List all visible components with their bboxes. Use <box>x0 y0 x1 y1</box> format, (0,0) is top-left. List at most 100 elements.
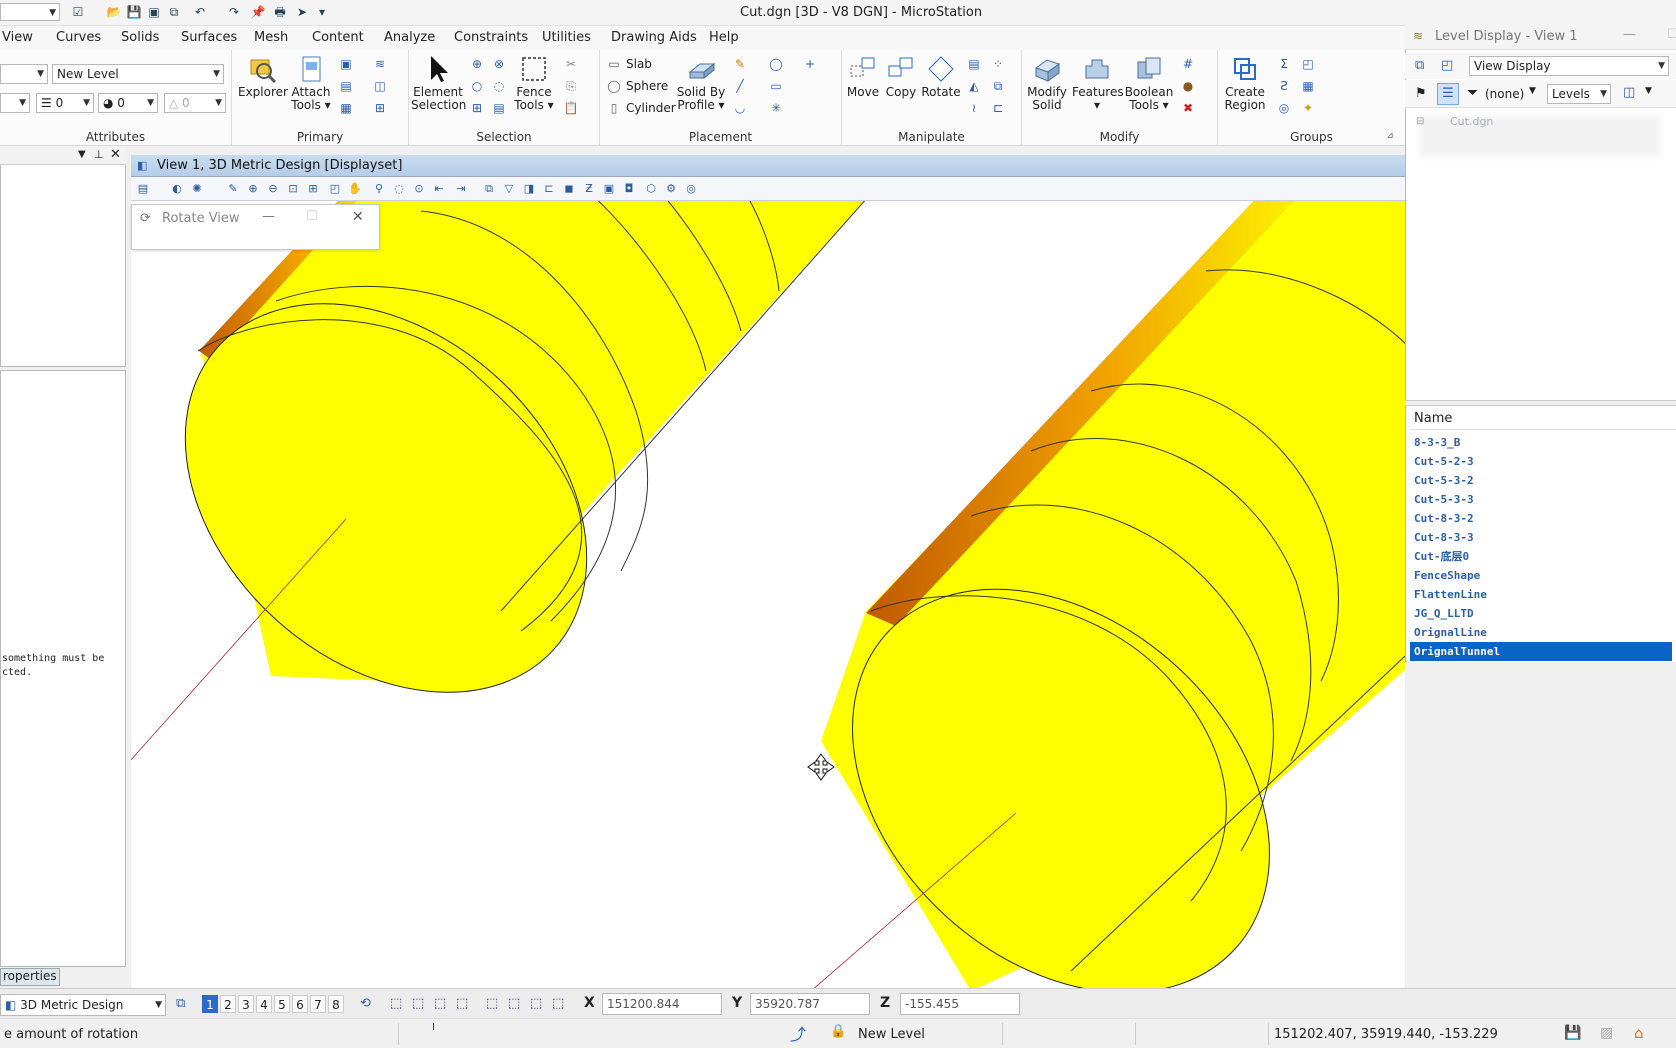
panel-splitter[interactable] <box>1405 400 1676 406</box>
copy-button[interactable]: Copy <box>882 54 920 99</box>
redo-icon[interactable]: ↷ <box>226 4 242 20</box>
iso-view-icon[interactable]: ⬚ <box>456 996 468 1011</box>
zoom-out-icon[interactable]: ⊖ <box>265 181 281 197</box>
pan-view-icon[interactable]: ✋ <box>347 181 363 197</box>
sphere-button[interactable]: Sphere <box>626 79 668 93</box>
x-coordinate-field[interactable]: 151200.844 <box>602 993 722 1015</box>
place-line-icon[interactable]: ╱ <box>732 78 748 94</box>
minimize-icon[interactable]: — <box>262 209 275 224</box>
clip-back-icon[interactable]: ◼ <box>561 181 577 197</box>
levels-icon[interactable]: ≋ <box>372 56 388 72</box>
cell-icon[interactable]: ◎ <box>1276 100 1292 116</box>
back-view-icon[interactable]: ⬚ <box>508 996 520 1011</box>
color-combo[interactable]: ▼ <box>0 93 30 113</box>
copy-clip-icon[interactable]: ⎘ <box>563 78 579 94</box>
lock-icon[interactable]: ⊗ <box>491 56 507 72</box>
tip-icon[interactable]: ✦ <box>1300 100 1316 116</box>
lighting-icon[interactable]: ✺ <box>189 181 205 197</box>
level-list-item[interactable]: OrignalTunnel <box>1410 642 1672 661</box>
rotate-button[interactable]: Rotate <box>920 54 962 99</box>
tab-properties[interactable]: roperties <box>0 968 60 986</box>
level-list-item[interactable]: FenceShape <box>1414 566 1676 585</box>
level-list-item[interactable]: JG_Q_LLTD <box>1414 604 1676 623</box>
view-select-icon[interactable]: ◰ <box>1441 58 1453 73</box>
array-icon[interactable]: ≀ <box>966 100 982 116</box>
bottom-view-icon[interactable]: ⬚ <box>486 996 498 1011</box>
tab-solids[interactable]: Solids <box>121 30 159 45</box>
options-icon[interactable]: ◫ <box>1623 85 1635 100</box>
filter-value[interactable]: (none) <box>1485 87 1524 101</box>
place-circle-icon[interactable]: ◯ <box>768 56 784 72</box>
display-style-icon[interactable]: ◐ <box>169 181 185 197</box>
place-point-icon[interactable]: ✳ <box>768 100 784 116</box>
trim-icon[interactable]: # <box>1180 56 1196 72</box>
level-list-item[interactable]: Cut-5-2-3 <box>1414 452 1676 471</box>
mirror-icon[interactable]: ◭ <box>966 78 982 94</box>
fit-view-icon[interactable]: ⊞ <box>305 181 321 197</box>
workflow-combo[interactable]: ▼ <box>0 3 60 21</box>
tab-analyze[interactable]: Analyze <box>384 30 435 45</box>
features-button[interactable]: Features ▾ <box>1072 54 1124 112</box>
pin-panel-icon[interactable]: ⊥ <box>94 148 104 161</box>
paste-icon[interactable]: 📋 <box>563 100 579 116</box>
view-6-button[interactable]: 6 <box>292 995 308 1013</box>
view-canvas[interactable] <box>131 201 1405 988</box>
active-level-status[interactable]: New Level <box>858 1027 925 1042</box>
cut-icon[interactable]: ✂ <box>563 56 579 72</box>
type-combo[interactable]: Levels ▼ <box>1547 84 1611 104</box>
clip-mask-icon[interactable]: ◨ <box>521 181 537 197</box>
level-list-item[interactable]: Cut-8-3-2 <box>1414 509 1676 528</box>
left-view-icon[interactable]: ⬚ <box>530 996 542 1011</box>
active-level-combo[interactable]: New Level ▼ <box>52 64 224 84</box>
transparency-combo[interactable]: ◕ 0 ▼ <box>98 93 158 113</box>
y-coordinate-field[interactable]: 35920.787 <box>750 993 870 1015</box>
update-view-icon[interactable]: ✎ <box>225 181 241 197</box>
maximize-icon[interactable]: ☐ <box>1667 27 1676 42</box>
save-as-icon[interactable]: ▣ <box>146 4 162 20</box>
view-attributes-icon[interactable]: ▤ <box>135 181 151 197</box>
view-next-icon[interactable]: ⇥ <box>453 181 469 197</box>
raster-icon[interactable]: ▦ <box>338 100 354 116</box>
solid-by-profile-button[interactable]: Solid By Profile ▾ <box>676 54 726 112</box>
expand-icon[interactable]: ⊟ <box>1416 116 1424 127</box>
tab-curves[interactable]: Curves <box>56 30 101 45</box>
delete-icon[interactable]: ✖ <box>1180 100 1196 116</box>
model-combo[interactable]: ◧ 3D Metric Design ▼ <box>0 994 166 1016</box>
fly-icon[interactable]: ◌ <box>391 181 407 197</box>
chevron-down-icon[interactable]: ▼ <box>1529 86 1536 96</box>
select-none-icon[interactable]: ○ <box>469 78 485 94</box>
panel-menu-icon[interactable]: ▼ <box>78 149 86 160</box>
level-list-item[interactable]: Cut-底层0 <box>1414 547 1676 566</box>
scale-icon[interactable]: ▤ <box>966 56 982 72</box>
ungroup-icon[interactable]: Ƨ <box>1276 78 1292 94</box>
slab-button[interactable]: Slab <box>626 57 652 71</box>
boolean-tools-button[interactable]: Boolean Tools ▾ <box>1124 54 1174 112</box>
move-button[interactable]: Move <box>844 54 882 99</box>
maximize-icon[interactable]: ☐ <box>306 209 318 224</box>
tab-constraints[interactable]: Constraints <box>454 30 528 45</box>
z-coordinate-field[interactable]: -155.455 <box>900 993 1020 1015</box>
tab-drawing-aids[interactable]: Drawing Aids <box>611 30 697 45</box>
minimize-icon[interactable]: — <box>1623 27 1636 42</box>
attach-tools-button[interactable]: Attach Tools ▾ <box>290 54 332 112</box>
display-mode-combo[interactable]: View Display ▼ <box>1469 56 1669 76</box>
front-view-icon[interactable]: ⬚ <box>412 996 424 1011</box>
right-iso-view-icon[interactable]: ⬚ <box>552 996 564 1011</box>
lock-icon[interactable]: 🔒 <box>830 1024 846 1039</box>
views-icon[interactable]: ⧉ <box>1415 58 1424 73</box>
window-area-icon[interactable]: ⊡ <box>285 181 301 197</box>
tree-root[interactable]: Cut.dgn <box>1450 115 1493 128</box>
group-select-icon[interactable]: ▤ <box>491 100 507 116</box>
level-list-item[interactable]: 8-3-3_B <box>1414 433 1676 452</box>
align-icon[interactable]: ⧉ <box>990 78 1006 94</box>
view-previous-icon[interactable]: ⇤ <box>431 181 447 197</box>
view-rotation-icon[interactable]: ⬡ <box>643 181 659 197</box>
save-icon[interactable]: 💾 <box>126 4 142 20</box>
print-icon[interactable]: 🖶 <box>272 4 288 20</box>
tab-view[interactable]: View <box>2 30 33 45</box>
view-7-button[interactable]: 7 <box>310 995 326 1013</box>
close-icon[interactable]: ✕ <box>110 147 121 162</box>
undo-icon[interactable]: ↶ <box>192 4 208 20</box>
view-8-button[interactable]: 8 <box>328 995 344 1013</box>
tab-help[interactable]: Help <box>709 30 739 45</box>
